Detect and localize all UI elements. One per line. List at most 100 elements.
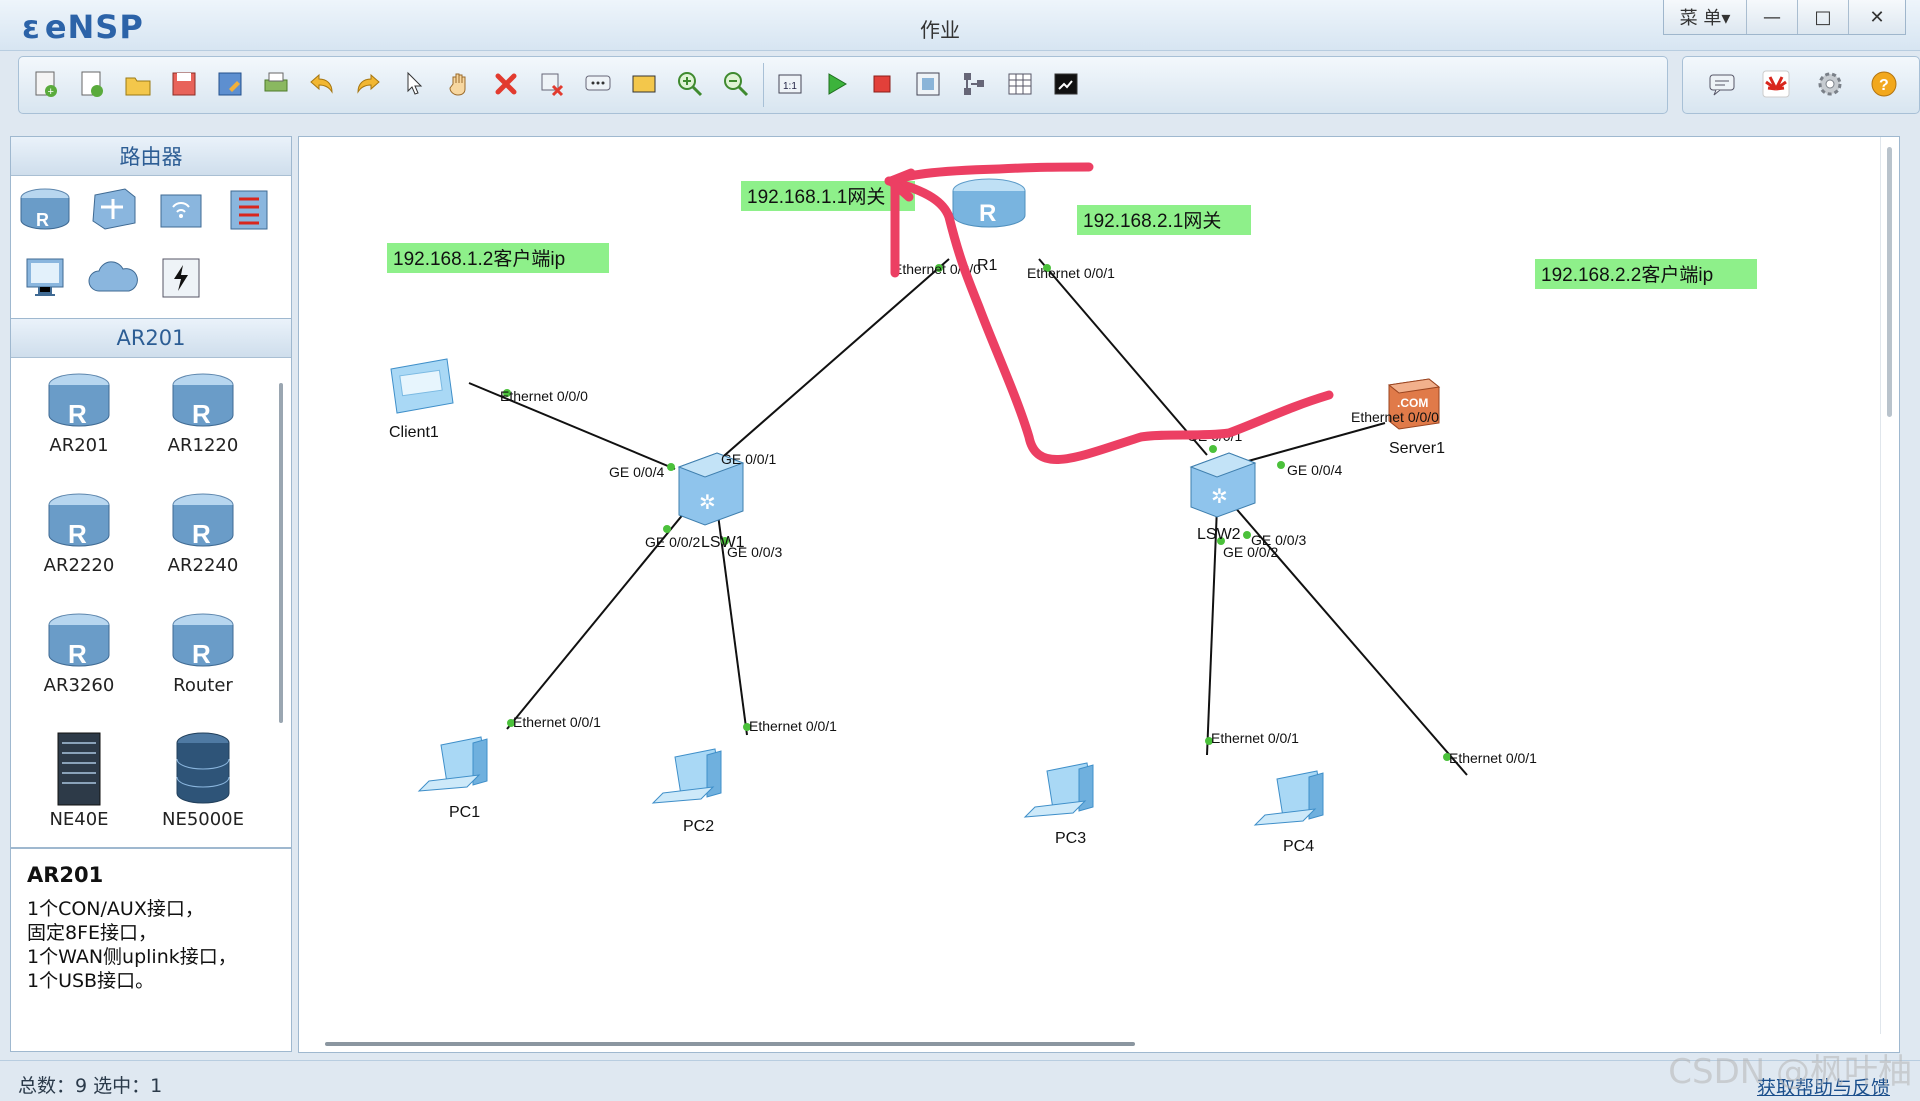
window-controls: 菜 单▾ — □ ✕ <box>1663 0 1906 35</box>
vertical-scroll-thumb[interactable] <box>1887 147 1892 417</box>
fit-view-icon[interactable]: 1:1 <box>773 67 807 101</box>
device-ar3260[interactable]: R AR3260 <box>29 609 129 696</box>
svg-text:R: R <box>68 639 87 669</box>
device-label: AR201 <box>49 435 109 456</box>
note-server-ip-text: 192.168.2.2客户端ip <box>1541 264 1713 286</box>
undo-icon[interactable] <box>305 67 339 101</box>
print-icon[interactable] <box>259 67 293 101</box>
port-label-pc2-e1: Ethernet 0/0/1 <box>749 718 837 734</box>
svg-text:+: + <box>48 86 54 98</box>
save-icon[interactable] <box>167 67 201 101</box>
close-button[interactable]: ✕ <box>1848 0 1905 34</box>
wireless-category-icon[interactable] <box>153 185 209 235</box>
zoom-in-icon[interactable] <box>673 67 707 101</box>
device-ar2220[interactable]: R AR2220 <box>29 489 129 576</box>
note-gw2[interactable]: 192.168.2.1网关 <box>1077 205 1251 235</box>
grid-icon[interactable] <box>1003 67 1037 101</box>
rectangle-icon[interactable] <box>627 67 661 101</box>
pan-hand-icon[interactable] <box>443 67 477 101</box>
save-as-icon[interactable] <box>213 67 247 101</box>
node-client1[interactable]: Client1 <box>389 358 454 441</box>
device-panel: AR201 R AR201 R AR1220 R AR2220 R AR2240 R AR… <box>10 318 292 848</box>
subcategory-title: AR201 <box>11 319 291 358</box>
switch-glyph: ✲ <box>1211 486 1228 508</box>
huawei-icon[interactable] <box>1759 67 1793 101</box>
device-list-scrollbar[interactable] <box>279 383 283 723</box>
node-pc4-label: PC4 <box>1283 838 1314 855</box>
delete-icon[interactable] <box>489 67 523 101</box>
link-r1-lsw2[interactable] <box>1038 258 1208 456</box>
port-label-lsw1-ge3: GE 0/0/3 <box>727 544 782 560</box>
node-pc2[interactable]: PC2 <box>651 748 722 835</box>
topology-svg: 192.168.1.1网关 192.168.2.1网关 192.168.1.2客… <box>387 162 1757 855</box>
node-pc3-label: PC3 <box>1055 830 1086 847</box>
device-sidebar: 路由器 R AR201 R AR201 R AR1220 R AR2220 R AR22… <box>10 136 292 1052</box>
firewall-category-icon[interactable] <box>221 185 277 235</box>
topology-canvas[interactable]: 192.168.1.1网关 192.168.2.1网关 192.168.1.2客… <box>298 136 1900 1053</box>
toolbar-right-group: ? <box>1682 56 1920 114</box>
message-icon[interactable] <box>1705 67 1739 101</box>
port-dot <box>1243 531 1251 539</box>
link-lsw2-pc3[interactable] <box>1206 506 1218 756</box>
port-label-client-e0: Ethernet 0/0/0 <box>500 388 588 404</box>
pc-category-icon[interactable] <box>17 253 73 303</box>
minimize-button[interactable]: — <box>1746 0 1797 34</box>
device-ar201[interactable]: R AR201 <box>29 369 129 456</box>
maximize-button[interactable]: □ <box>1797 0 1848 34</box>
node-lsw2-label: LSW2 <box>1197 526 1241 543</box>
new-topology-icon[interactable]: + <box>29 67 63 101</box>
watermark: CSDN @枫叶柚 <box>1668 1052 1912 1092</box>
device-router[interactable]: R Router <box>153 609 253 696</box>
device-ar2240[interactable]: R AR2240 <box>153 489 253 576</box>
svg-text:R: R <box>192 639 211 669</box>
category-title: 路由器 <box>11 137 291 176</box>
device-description-panel: AR201 1个CON/AUX接口， 固定8FE接口， 1个WAN侧uplink… <box>10 848 292 1052</box>
cloud-category-icon[interactable] <box>85 253 141 303</box>
power-category-icon[interactable] <box>153 253 209 303</box>
text-note-icon[interactable] <box>581 67 615 101</box>
select-icon[interactable] <box>397 67 431 101</box>
link-lsw2-server[interactable] <box>1240 422 1386 464</box>
svg-text:R: R <box>68 399 87 429</box>
server-com-glyph: .COM <box>1397 396 1428 410</box>
node-pc4[interactable]: PC4 <box>1253 770 1324 855</box>
port-label-lsw2-ge3: GE 0/0/3 <box>1251 532 1306 548</box>
new-lab-icon[interactable] <box>75 67 109 101</box>
router-category-icon[interactable]: R <box>17 185 73 235</box>
zoom-out-icon[interactable] <box>719 67 753 101</box>
device-ne40e[interactable]: NE40E <box>29 729 129 830</box>
stop-icon[interactable] <box>865 67 899 101</box>
device-label: AR2240 <box>167 555 239 576</box>
capture-icon[interactable] <box>911 67 945 101</box>
device-label: AR2220 <box>43 555 115 576</box>
port-label-pc1-e1: Ethernet 0/0/1 <box>513 714 601 730</box>
start-icon[interactable] <box>819 67 853 101</box>
topology-icon[interactable] <box>957 67 991 101</box>
delete-link-icon[interactable] <box>535 67 569 101</box>
open-icon[interactable] <box>121 67 155 101</box>
node-pc1[interactable]: PC1 <box>417 736 488 821</box>
canvas-vertical-scrollbar[interactable] <box>1880 137 1899 1034</box>
horizontal-scroll-thumb[interactable] <box>325 1042 1135 1046</box>
note-client-ip[interactable]: 192.168.1.2客户端ip <box>387 243 609 273</box>
canvas-horizontal-scrollbar[interactable] <box>299 1034 1899 1052</box>
note-server-ip[interactable]: 192.168.2.2客户端ip <box>1535 259 1757 289</box>
port-label-r1-e1: Ethernet 0/0/1 <box>1027 265 1115 281</box>
port-dot <box>1209 445 1217 453</box>
menu-button[interactable]: 菜 单▾ <box>1664 0 1746 34</box>
redo-icon[interactable] <box>351 67 385 101</box>
settings-icon[interactable] <box>1813 67 1847 101</box>
help-icon[interactable]: ? <box>1867 67 1901 101</box>
device-ar1220[interactable]: R AR1220 <box>153 369 253 456</box>
switch-category-icon[interactable] <box>85 185 141 235</box>
node-lsw2[interactable]: ✲ LSW2 <box>1189 452 1257 543</box>
link-r1-lsw1[interactable] <box>708 258 950 470</box>
ensp-logo-icon: ε <box>22 8 41 46</box>
router-r-glyph: R <box>979 200 996 227</box>
port-label-pc4-e1: Ethernet 0/0/1 <box>1449 750 1537 766</box>
svg-text:R: R <box>192 399 211 429</box>
cli-icon[interactable] <box>1049 67 1083 101</box>
app-logo-text: eNSP <box>44 8 144 46</box>
device-ne5000e[interactable]: NE5000E <box>153 729 253 830</box>
node-pc3[interactable]: PC3 <box>1023 762 1094 847</box>
